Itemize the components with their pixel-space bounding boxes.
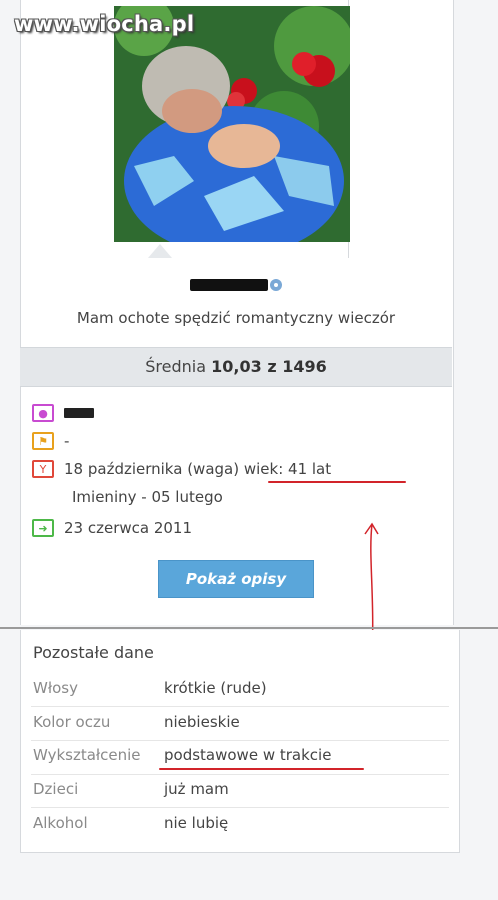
info-row-location: ⚑ - bbox=[32, 432, 69, 450]
joined-text: 23 czerwca 2011 bbox=[64, 519, 193, 537]
rating-bar: Średnia 10,03 z 1496 bbox=[20, 347, 452, 387]
online-status-icon bbox=[270, 278, 282, 291]
profile-tagline: Mam ochote spędzić romantyczny wieczór bbox=[76, 309, 396, 327]
birthday-text: 18 października (waga) bbox=[64, 460, 240, 478]
detail-separator bbox=[31, 774, 449, 775]
info-row-joined: ➜ 23 czerwca 2011 bbox=[32, 519, 192, 537]
details-panel: Pozostałe dane Włosy krótkie (rude) Kolo… bbox=[20, 630, 460, 853]
detail-label-hair: Włosy bbox=[33, 679, 78, 697]
profile-photo[interactable] bbox=[114, 6, 350, 242]
rating-label: Średnia bbox=[145, 357, 207, 376]
user-icon: ● bbox=[32, 404, 54, 422]
annotation-underline-age bbox=[268, 481, 406, 483]
info-row-nameday: Imieniny - 05 lutego bbox=[72, 488, 223, 506]
cocktail-icon: Y bbox=[32, 460, 54, 478]
show-descriptions-button[interactable]: Pokaż opisy bbox=[158, 560, 314, 598]
arrow-right-icon: ➜ bbox=[32, 519, 54, 537]
flag-icon: ⚑ bbox=[32, 432, 54, 450]
location-text: - bbox=[64, 432, 70, 450]
detail-label-alcohol: Alkohol bbox=[33, 814, 88, 832]
username-row[interactable] bbox=[20, 274, 452, 293]
detail-value-education: podstawowe w trakcie bbox=[164, 746, 332, 764]
username-redacted bbox=[190, 278, 268, 291]
detail-value-children: już mam bbox=[164, 780, 229, 798]
detail-label-eyes: Kolor oczu bbox=[33, 713, 111, 731]
detail-value-hair: krótkie (rude) bbox=[164, 679, 267, 697]
site-watermark: www.wiocha.pl bbox=[14, 12, 195, 36]
details-title: Pozostałe dane bbox=[33, 643, 154, 662]
detail-separator bbox=[31, 740, 449, 741]
section-divider bbox=[0, 627, 498, 629]
rating-value: 10,03 z 1496 bbox=[211, 357, 327, 376]
nameday-text: Imieniny - 05 lutego bbox=[72, 488, 223, 506]
info-row-birthday: Y 18 października (waga) wiek: 41 lat bbox=[32, 460, 331, 478]
age-text: wiek: 41 lat bbox=[243, 460, 332, 478]
detail-value-eyes: niebieskie bbox=[164, 713, 240, 731]
photo-pointer bbox=[148, 244, 172, 258]
detail-separator bbox=[31, 807, 449, 808]
annotation-underline-education bbox=[159, 768, 364, 770]
detail-label-children: Dzieci bbox=[33, 780, 79, 798]
detail-label-education: Wykształcenie bbox=[33, 746, 141, 764]
detail-separator bbox=[31, 706, 449, 707]
info-row-name: ● bbox=[32, 404, 94, 422]
name-redacted bbox=[64, 408, 94, 418]
detail-value-alcohol: nie lubię bbox=[164, 814, 229, 832]
